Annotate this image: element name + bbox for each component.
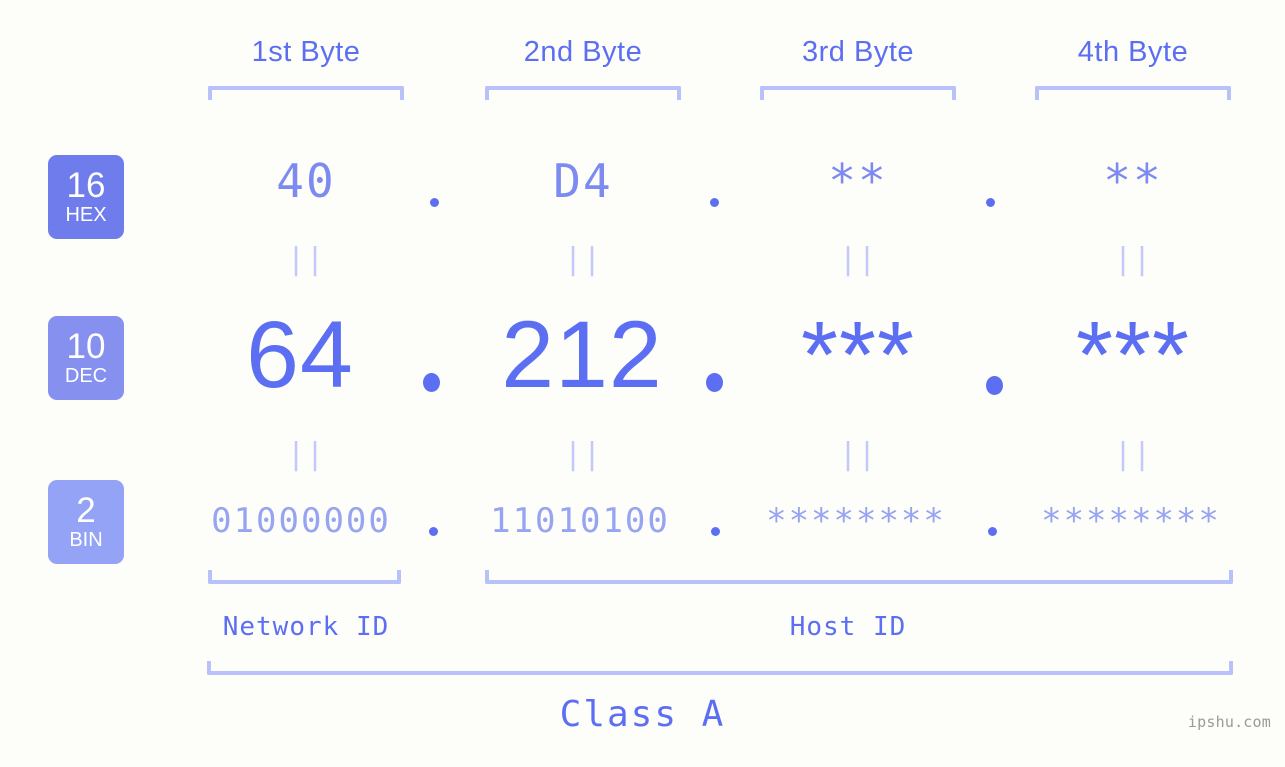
- equals-marker-hex-dec-1: ||: [286, 242, 326, 277]
- base-badge-hex-number: 16: [66, 165, 106, 205]
- equals-marker-hex-dec-4: ||: [1113, 242, 1153, 277]
- bin-separator-dot-2: [711, 527, 720, 536]
- base-badge-bin-number: 2: [76, 490, 96, 530]
- equals-marker-dec-bin-4: ||: [1113, 437, 1153, 472]
- bin-value-byte-4: ********: [1041, 501, 1221, 541]
- network-id-bracket: [208, 570, 401, 584]
- hex-value-byte-4: **: [1103, 154, 1163, 208]
- byte-header-1: 1st Byte: [251, 36, 361, 68]
- dec-value-byte-2: 212: [501, 302, 663, 408]
- ip-breakdown-diagram: 1st Byte 2nd Byte 3rd Byte 4th Byte 16 H…: [0, 0, 1285, 767]
- dec-value-byte-1: 64: [246, 302, 354, 408]
- network-id-label: Network ID: [222, 612, 390, 642]
- hex-value-byte-3: **: [828, 154, 888, 208]
- byte-bracket-1: [208, 86, 404, 100]
- bin-separator-dot-1: [429, 527, 438, 536]
- bin-value-byte-1: 01000000: [211, 501, 391, 541]
- base-badge-hex: 16 HEX: [48, 155, 124, 239]
- dec-separator-dot-1: [423, 373, 440, 392]
- byte-header-2: 2nd Byte: [523, 36, 643, 68]
- hex-separator-dot-3: [986, 198, 995, 207]
- bin-separator-dot-3: [988, 527, 997, 536]
- byte-header-3: 3rd Byte: [802, 36, 914, 68]
- dec-separator-dot-2: [706, 373, 723, 392]
- base-badge-dec-number: 10: [66, 326, 106, 366]
- equals-marker-dec-bin-2: ||: [563, 437, 603, 472]
- base-badge-hex-name: HEX: [65, 203, 107, 226]
- hex-separator-dot-1: [430, 198, 439, 207]
- byte-bracket-2: [485, 86, 681, 100]
- equals-marker-hex-dec-2: ||: [563, 242, 603, 277]
- dec-value-byte-3: ***: [801, 302, 915, 408]
- dec-value-byte-4: ***: [1076, 302, 1190, 408]
- host-id-label: Host ID: [789, 612, 907, 642]
- base-badge-dec: 10 DEC: [48, 316, 124, 400]
- byte-bracket-3: [760, 86, 956, 100]
- host-id-bracket: [485, 570, 1233, 584]
- class-bracket: [207, 661, 1233, 675]
- base-badge-bin: 2 BIN: [48, 480, 124, 564]
- byte-header-4: 4th Byte: [1077, 36, 1189, 68]
- byte-bracket-4: [1035, 86, 1231, 100]
- bin-value-byte-2: 11010100: [490, 501, 670, 541]
- hex-value-byte-2: D4: [553, 154, 613, 208]
- equals-marker-dec-bin-1: ||: [286, 437, 326, 472]
- class-label: Class A: [559, 694, 726, 735]
- watermark: ipshu.com: [1187, 713, 1271, 731]
- bin-value-byte-3: ********: [766, 501, 946, 541]
- hex-value-byte-1: 40: [276, 154, 336, 208]
- equals-marker-dec-bin-3: ||: [838, 437, 878, 472]
- equals-marker-hex-dec-3: ||: [838, 242, 878, 277]
- base-badge-dec-name: DEC: [64, 364, 108, 387]
- dec-separator-dot-3: [986, 376, 1003, 395]
- base-badge-bin-name: BIN: [69, 528, 103, 551]
- hex-separator-dot-2: [710, 198, 719, 207]
